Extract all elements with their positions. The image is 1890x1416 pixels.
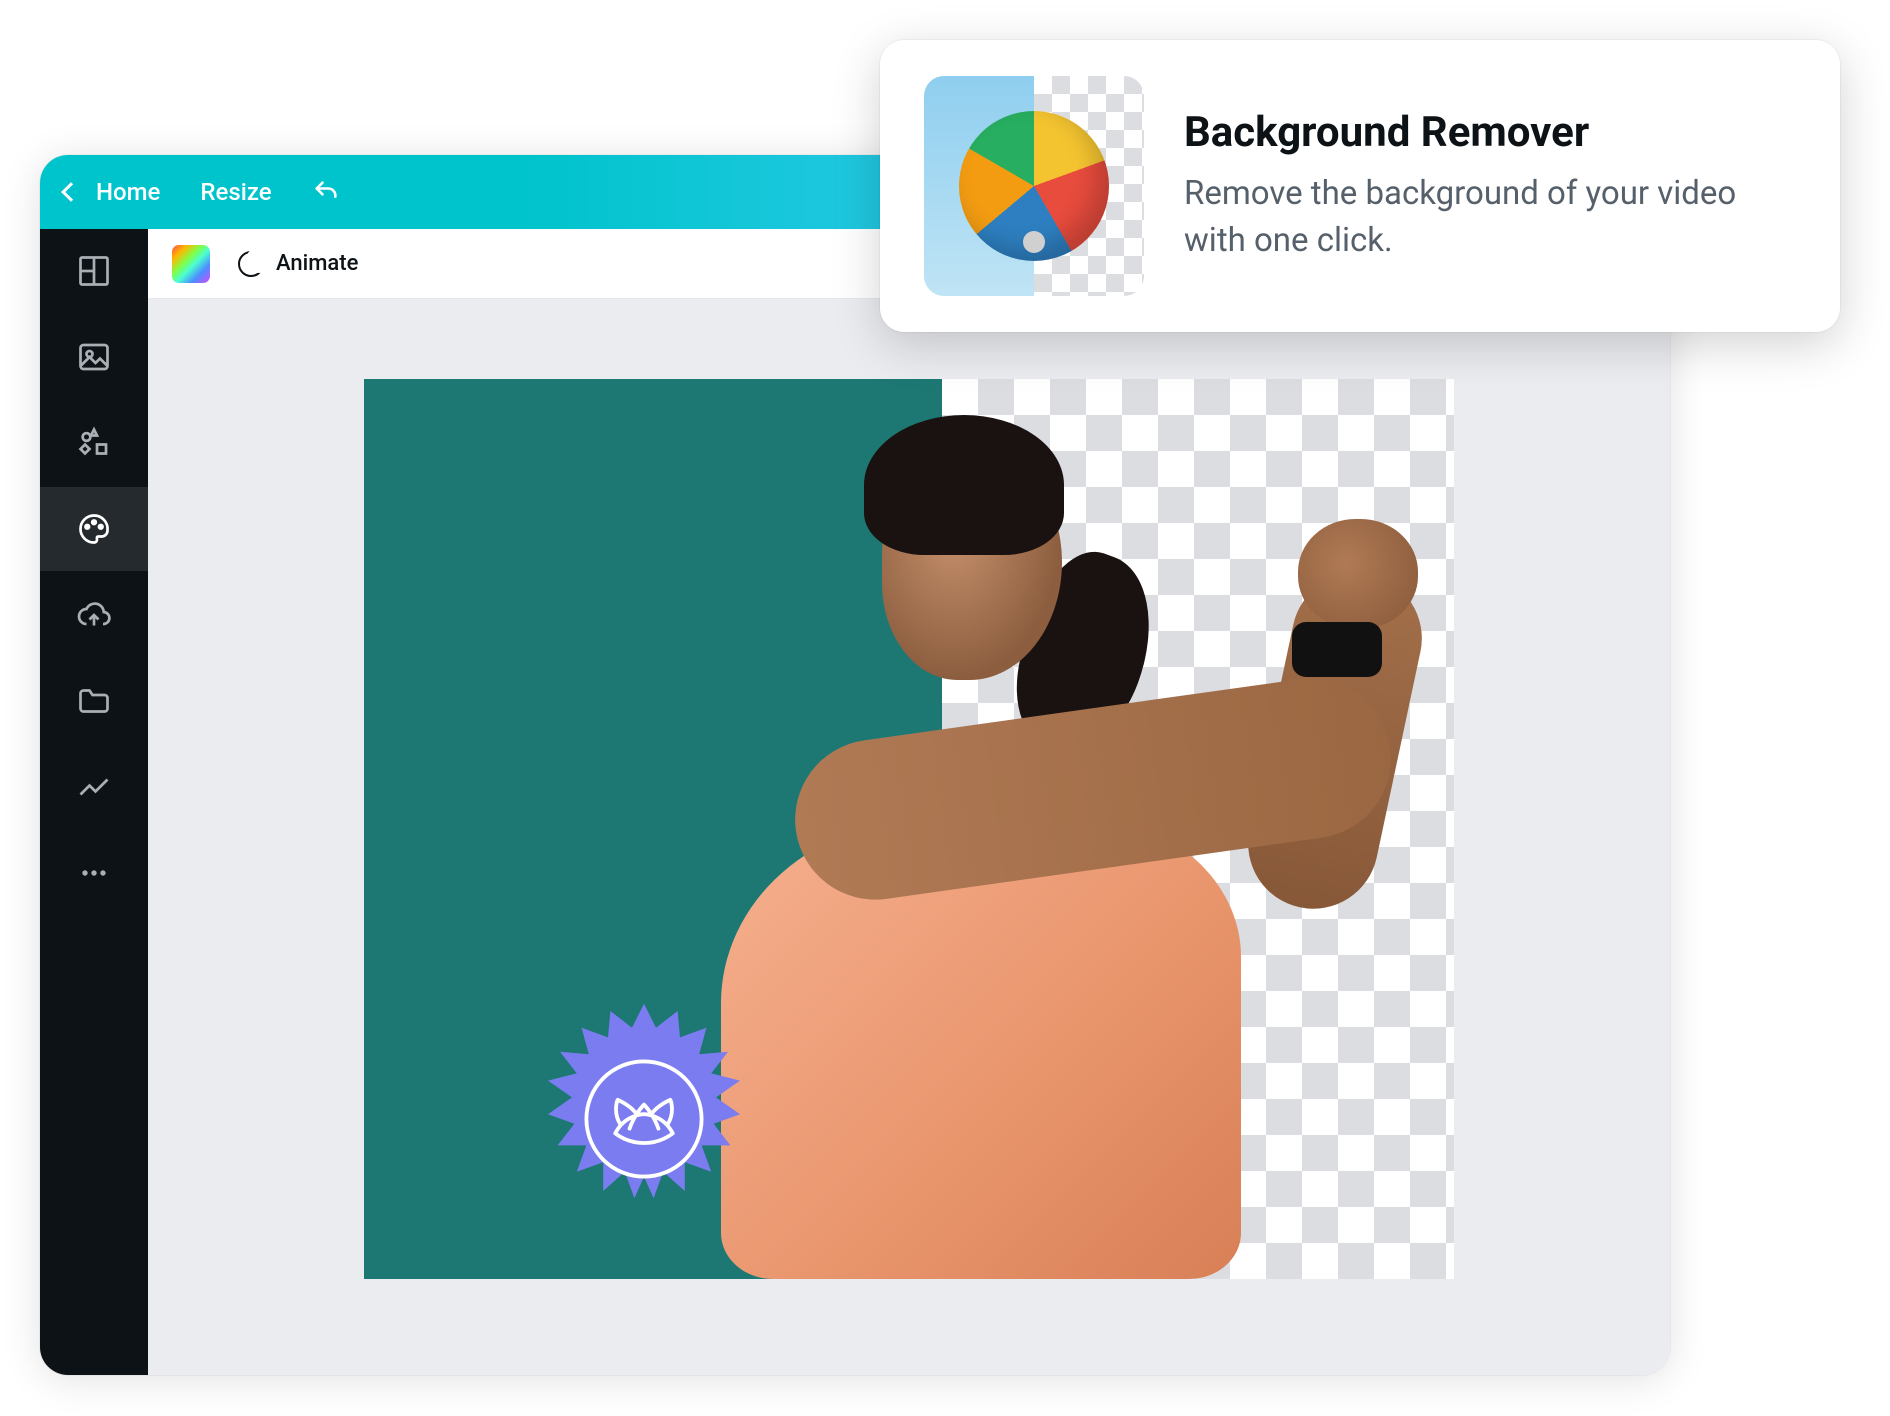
palette-icon bbox=[76, 511, 112, 547]
sidebar-folders[interactable] bbox=[76, 683, 112, 719]
back-home-button[interactable]: Home bbox=[64, 178, 160, 206]
main-panel: Animate bbox=[148, 229, 1670, 1375]
subject-watch bbox=[1292, 622, 1382, 677]
sidebar-elements[interactable] bbox=[76, 425, 112, 461]
subject-torso bbox=[721, 819, 1241, 1279]
canvas-area[interactable] bbox=[148, 299, 1670, 1375]
animate-icon bbox=[238, 251, 264, 277]
folder-icon bbox=[76, 683, 112, 719]
beachball-icon bbox=[959, 111, 1109, 261]
lotus-badge-sticker[interactable] bbox=[524, 999, 764, 1239]
undo-button[interactable] bbox=[312, 178, 340, 206]
photo-icon bbox=[76, 339, 112, 375]
sidebar-photos[interactable] bbox=[76, 339, 112, 375]
sidebar-charts[interactable] bbox=[76, 769, 112, 805]
sidebar-more[interactable] bbox=[76, 855, 112, 891]
undo-icon bbox=[312, 178, 340, 206]
sidebar-styles[interactable] bbox=[40, 487, 148, 571]
bg-remover-tooltip: Background Remover Remove the background… bbox=[880, 40, 1840, 332]
tool-sidebar bbox=[40, 229, 148, 1375]
tooltip-description: Remove the background of your video with… bbox=[1184, 171, 1796, 263]
templates-icon bbox=[76, 253, 112, 289]
animate-button[interactable]: Animate bbox=[238, 251, 358, 277]
subject-hair-front bbox=[864, 415, 1064, 555]
tooltip-title: Background Remover bbox=[1184, 108, 1796, 157]
animate-label: Animate bbox=[276, 251, 358, 276]
sidebar-templates[interactable] bbox=[76, 253, 112, 289]
tooltip-thumbnail bbox=[924, 76, 1144, 296]
color-picker-button[interactable] bbox=[172, 245, 210, 283]
body-area: Animate bbox=[40, 229, 1670, 1375]
subject-fist bbox=[1298, 519, 1418, 629]
sidebar-uploads[interactable] bbox=[76, 597, 112, 633]
chart-line-icon bbox=[76, 769, 112, 805]
more-icon bbox=[76, 855, 112, 891]
starburst-icon bbox=[524, 999, 764, 1239]
elements-icon bbox=[76, 425, 112, 461]
tooltip-text: Background Remover Remove the background… bbox=[1184, 108, 1796, 263]
design-canvas[interactable] bbox=[364, 379, 1454, 1279]
resize-button[interactable]: Resize bbox=[200, 178, 271, 206]
home-label: Home bbox=[96, 178, 160, 206]
editor-window: Home Resize bbox=[40, 155, 1670, 1375]
cloud-upload-icon bbox=[76, 597, 112, 633]
chevron-left-icon bbox=[61, 182, 81, 202]
